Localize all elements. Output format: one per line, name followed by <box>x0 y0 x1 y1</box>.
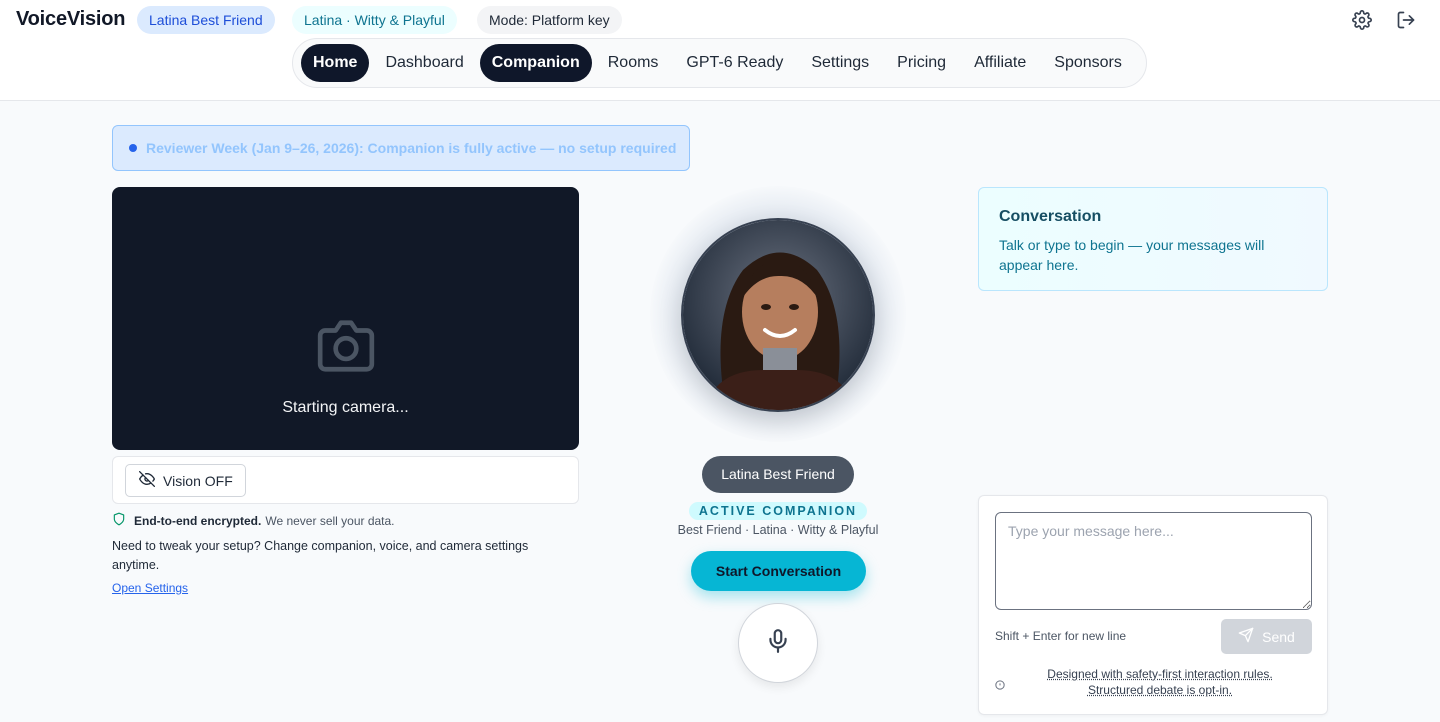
message-input[interactable] <box>995 512 1312 610</box>
logout-icon[interactable] <box>1394 8 1418 32</box>
newline-hint: Shift + Enter for new line <box>995 629 1127 643</box>
microphone-icon <box>765 628 791 659</box>
nav-pricing[interactable]: Pricing <box>885 44 958 82</box>
conversation-panel: Conversation Talk or type to begin — you… <box>978 187 1328 291</box>
vision-toolbar: Vision OFF <box>112 456 579 504</box>
nav-rooms[interactable]: Rooms <box>596 44 671 82</box>
conversation-empty-text: Talk or type to begin — your messages wi… <box>999 237 1265 273</box>
settings-hint: Need to tweak your setup? Change compani… <box>112 539 529 572</box>
vision-toggle-button[interactable]: Vision OFF <box>125 464 246 497</box>
active-companion-badge: ACTIVE COMPANION <box>689 502 867 520</box>
camera-preview: Starting camera... <box>112 187 579 450</box>
safety-note: Designed with safety-first interaction r… <box>1019 666 1301 698</box>
status-dot-icon <box>129 144 137 152</box>
companion-avatar <box>681 218 875 412</box>
main-nav: Home Dashboard Companion Rooms GPT-6 Rea… <box>292 38 1147 88</box>
brand-logo[interactable]: VoiceVision <box>16 8 126 31</box>
top-header: VoiceVision Latina Best Friend Latina · … <box>0 0 1440 101</box>
encryption-bold: End-to-end encrypted. <box>134 513 262 528</box>
send-icon <box>1238 627 1254 646</box>
companion-name-pill: Latina Best Friend <box>702 456 854 493</box>
camera-icon <box>315 320 377 377</box>
open-settings-link[interactable]: Open Settings <box>112 581 188 595</box>
safety-line-1: Designed with safety-first interaction r… <box>1047 667 1273 681</box>
companion-subtitle: Best Friend · Latina · Witty & Playful <box>677 523 879 537</box>
send-label: Send <box>1262 628 1295 645</box>
banner-text: Reviewer Week (Jan 9–26, 2026): Companio… <box>146 140 677 156</box>
encryption-text: We never sell your data. <box>265 513 395 528</box>
nav-affiliate[interactable]: Affiliate <box>962 44 1038 82</box>
nav-dashboard[interactable]: Dashboard <box>373 44 475 82</box>
companion-chip: Latina Best Friend <box>137 6 275 34</box>
encryption-note: End-to-end encrypted. We never sell your … <box>112 512 395 529</box>
nav-companion[interactable]: Companion <box>479 44 592 82</box>
nav-sponsors[interactable]: Sponsors <box>1042 44 1134 82</box>
conversation-title: Conversation <box>999 208 1102 225</box>
info-icon <box>995 677 1005 695</box>
nav-settings[interactable]: Settings <box>799 44 881 82</box>
send-button[interactable]: Send <box>1221 619 1312 654</box>
vision-toggle-label: Vision OFF <box>163 472 233 489</box>
mode-chip: Mode: Platform key <box>477 6 622 34</box>
personality-chip: Latina · Witty & Playful <box>292 6 457 34</box>
shield-icon <box>112 512 126 529</box>
reviewer-week-banner: Reviewer Week (Jan 9–26, 2026): Companio… <box>112 125 690 171</box>
camera-status: Starting camera... <box>282 399 409 416</box>
message-composer: Shift + Enter for new line Send Designed… <box>978 495 1328 715</box>
nav-home[interactable]: Home <box>301 44 370 82</box>
safety-line-2: Structured debate is opt-in. <box>1087 683 1233 697</box>
microphone-button[interactable] <box>738 603 818 683</box>
eye-off-icon <box>139 471 155 490</box>
settings-gear-icon[interactable] <box>1350 8 1374 32</box>
start-conversation-button[interactable]: Start Conversation <box>691 551 866 591</box>
nav-gpt6-ready[interactable]: GPT-6 Ready <box>674 44 795 82</box>
